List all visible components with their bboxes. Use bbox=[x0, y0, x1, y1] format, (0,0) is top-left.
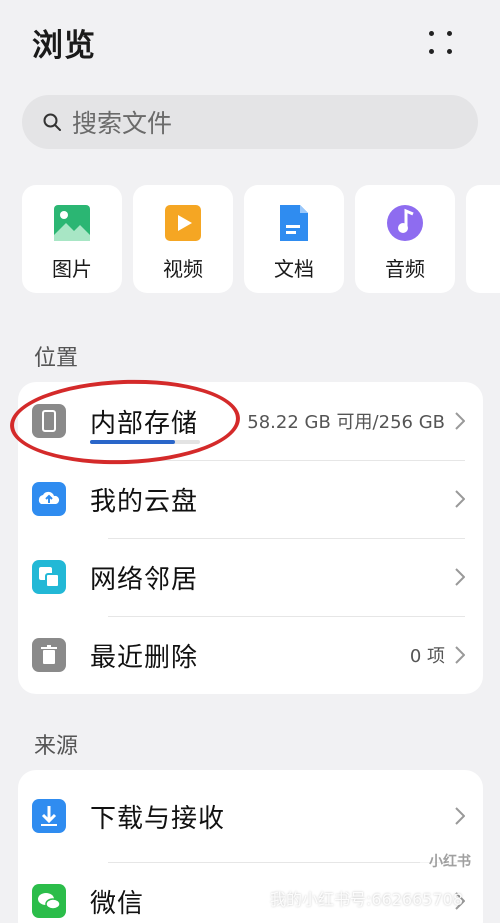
network-neighbor-icon bbox=[32, 560, 66, 594]
list-item-cloud-drive[interactable]: 我的云盘 bbox=[18, 460, 483, 538]
search-bar[interactable]: 搜索文件 bbox=[22, 95, 478, 149]
row-title: 最近删除 bbox=[90, 642, 199, 673]
chevron-right-icon bbox=[455, 807, 465, 825]
category-images[interactable]: 图片 bbox=[22, 185, 122, 293]
category-label: 文档 bbox=[274, 257, 314, 281]
list-item-internal-storage[interactable]: 内部存储 58.22 GB 可用/256 GB bbox=[18, 382, 483, 460]
dot-icon bbox=[428, 48, 434, 54]
storage-progress-bar bbox=[90, 440, 200, 444]
category-audio[interactable]: 音频 bbox=[355, 185, 455, 293]
storage-detail: 58.22 GB 可用/256 GB bbox=[247, 412, 445, 433]
header: 浏览 bbox=[0, 0, 500, 88]
image-icon bbox=[54, 205, 90, 241]
row-title: 微信 bbox=[90, 888, 145, 919]
list-item-network-neighbor[interactable]: 网络邻居 bbox=[18, 538, 483, 616]
more-options-button[interactable] bbox=[420, 26, 460, 58]
row-title: 网络邻居 bbox=[90, 564, 199, 595]
dot-icon bbox=[446, 48, 452, 54]
wechat-icon bbox=[32, 884, 66, 918]
search-placeholder: 搜索文件 bbox=[72, 109, 173, 138]
video-icon bbox=[165, 205, 201, 241]
trash-icon bbox=[32, 638, 66, 672]
section-label-source: 来源 bbox=[34, 734, 79, 759]
page-title: 浏览 bbox=[32, 28, 96, 64]
row-title: 我的云盘 bbox=[90, 486, 199, 517]
category-documents[interactable]: 文档 bbox=[244, 185, 344, 293]
dot-icon bbox=[428, 30, 434, 36]
category-label: 视频 bbox=[163, 257, 203, 281]
dot-icon bbox=[446, 30, 452, 36]
section-label-location: 位置 bbox=[34, 346, 79, 371]
search-icon bbox=[43, 113, 61, 131]
category-label: 图片 bbox=[52, 257, 92, 281]
audio-icon bbox=[387, 205, 423, 241]
row-title: 下载与接收 bbox=[90, 803, 226, 834]
storage-progress-fill bbox=[90, 440, 175, 444]
chevron-right-icon bbox=[455, 646, 465, 664]
watermark-logo: 小红书 bbox=[420, 848, 480, 876]
chevron-right-icon bbox=[455, 568, 465, 586]
document-icon bbox=[280, 205, 308, 241]
list-item-downloads[interactable]: 下载与接收 bbox=[18, 770, 483, 862]
watermark-text: 我的小红书号:662665708 bbox=[270, 890, 464, 909]
cloud-drive-icon bbox=[32, 482, 66, 516]
row-title: 内部存储 bbox=[90, 408, 199, 439]
deleted-count: 0 项 bbox=[409, 646, 445, 667]
chevron-right-icon bbox=[455, 490, 465, 508]
location-card: 内部存储 58.22 GB 可用/256 GB 我的云盘 网络邻居 最近删除 0… bbox=[18, 382, 483, 694]
category-label: 音频 bbox=[385, 257, 425, 281]
category-more[interactable] bbox=[466, 185, 500, 293]
phone-icon bbox=[32, 404, 66, 438]
category-grid: 图片 视频 文档 音频 bbox=[22, 185, 500, 293]
download-icon bbox=[32, 799, 66, 833]
list-item-recently-deleted[interactable]: 最近删除 0 项 bbox=[18, 616, 483, 694]
chevron-right-icon bbox=[455, 412, 465, 430]
category-videos[interactable]: 视频 bbox=[133, 185, 233, 293]
